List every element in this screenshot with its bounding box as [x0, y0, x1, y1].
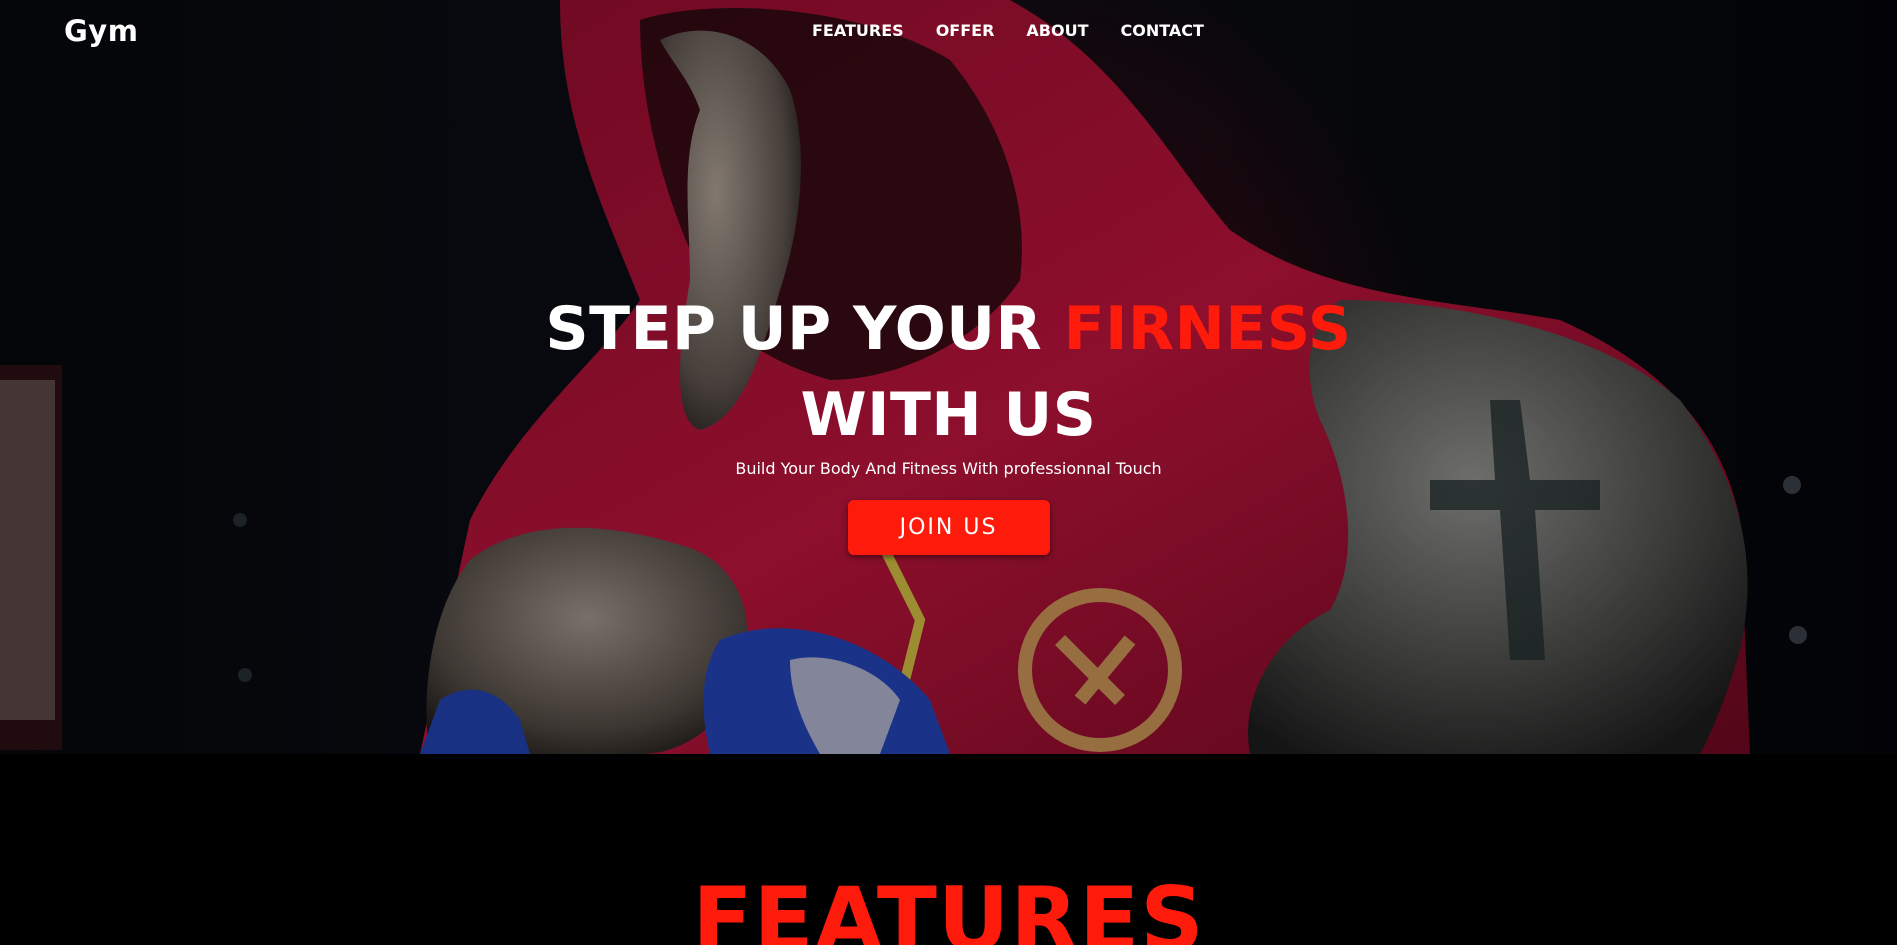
headline-line-two: WITH US	[800, 380, 1097, 450]
join-us-button[interactable]: JOIN US	[847, 500, 1050, 555]
top-navbar: Gym FEATURES OFFER ABOUT CONTACT	[0, 0, 1897, 62]
landing-page: Gym FEATURES OFFER ABOUT CONTACT STEP UP…	[0, 0, 1897, 945]
headline-text: STEP UP YOUR	[545, 294, 1043, 364]
features-section: FEATURES	[0, 754, 1897, 945]
hero-content: STEP UP YOUR FIRNESS WITH US Build Your …	[0, 286, 1897, 555]
nav-link-offer[interactable]: OFFER	[936, 21, 995, 40]
brand-logo[interactable]: Gym	[64, 14, 138, 48]
nav-link-about[interactable]: ABOUT	[1026, 21, 1088, 40]
hero-headline: STEP UP YOUR FIRNESS WITH US	[0, 286, 1897, 458]
nav-link-features[interactable]: FEATURES	[812, 21, 904, 40]
headline-accent-text: FIRNESS	[1063, 294, 1352, 364]
features-title: FEATURES	[692, 868, 1205, 945]
hero-subtitle: Build Your Body And Fitness With profess…	[735, 459, 1162, 478]
hero-section: Gym FEATURES OFFER ABOUT CONTACT STEP UP…	[0, 0, 1897, 754]
nav-link-contact[interactable]: CONTACT	[1121, 21, 1204, 40]
nav-links: FEATURES OFFER ABOUT CONTACT	[812, 21, 1204, 40]
